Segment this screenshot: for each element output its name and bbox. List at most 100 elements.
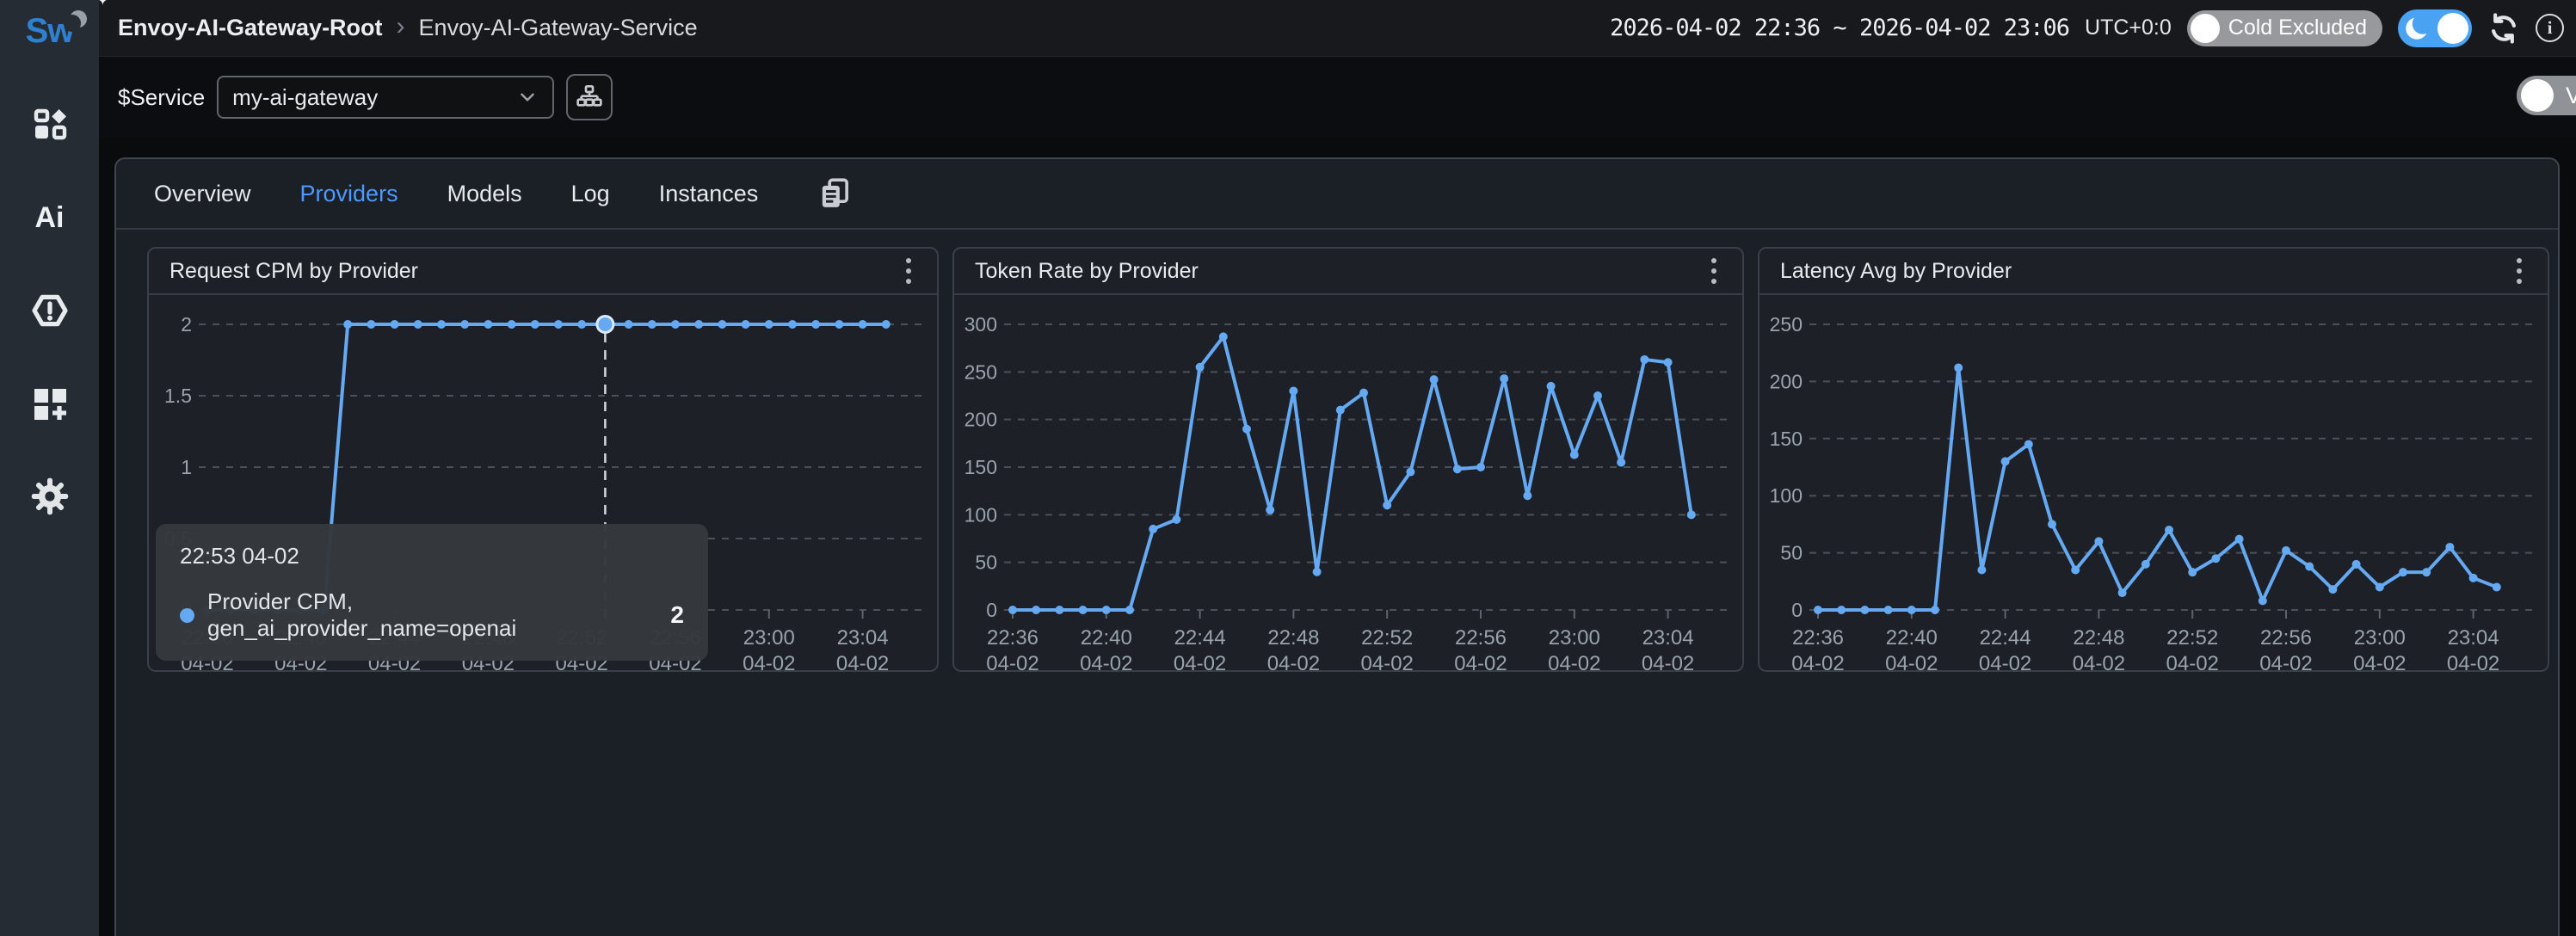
- dashboard-card: Overview Providers Models Log Instances: [114, 157, 2560, 936]
- svg-text:22:40: 22:40: [1081, 626, 1132, 650]
- panel-menu-button[interactable]: [2511, 253, 2527, 289]
- dark-mode-toggle[interactable]: [2398, 9, 2472, 47]
- topbar: Envoy-AI-Gateway-Root › Envoy-AI-Gateway…: [99, 0, 2576, 57]
- svg-text:22:52: 22:52: [556, 626, 607, 650]
- info-icon: i: [2536, 14, 2564, 42]
- sitemap-icon: [576, 83, 603, 111]
- panel-menu-button[interactable]: [1706, 253, 1722, 289]
- svg-text:22:36: 22:36: [1792, 626, 1844, 650]
- panel-title: Request CPM by Provider: [169, 259, 418, 284]
- svg-text:04-02: 04-02: [2259, 652, 2312, 674]
- svg-text:22:40: 22:40: [1886, 626, 1938, 650]
- ai-spark-icon: ✦: [96, 0, 109, 9]
- panel-header: Request CPM by Provider: [149, 249, 937, 295]
- svg-text:50: 50: [1780, 542, 1803, 564]
- breadcrumb: Envoy-AI-Gateway-Root › Envoy-AI-Gateway…: [118, 15, 698, 41]
- svg-text:04-02: 04-02: [649, 652, 701, 674]
- gear-icon: [29, 476, 71, 517]
- svg-text:0: 0: [986, 599, 997, 621]
- svg-text:04-02: 04-02: [1174, 652, 1226, 674]
- tab-log[interactable]: Log: [571, 181, 610, 207]
- service-select-value: my-ai-gateway: [232, 84, 378, 111]
- variables-toolbar: $Service my-ai-gateway V: [99, 57, 2576, 138]
- svg-text:04-02: 04-02: [1979, 652, 2031, 674]
- alert-hexagon-icon: [29, 290, 71, 331]
- svg-text:04-02: 04-02: [2166, 652, 2219, 674]
- cold-excluded-label: Cold Excluded: [2228, 15, 2367, 40]
- svg-text:0: 0: [1791, 599, 1803, 621]
- svg-text:250: 250: [964, 360, 997, 383]
- tab-models[interactable]: Models: [447, 181, 522, 207]
- svg-text:04-02: 04-02: [1080, 652, 1132, 674]
- sidebar-item-add-widgets[interactable]: [28, 382, 71, 425]
- chevron-down-icon: [516, 86, 539, 108]
- tab-providers[interactable]: Providers: [300, 181, 398, 207]
- svg-text:200: 200: [964, 409, 997, 431]
- time-range-picker[interactable]: 2026-04-02 22:36 ~ 2026-04-02 23:06: [1610, 15, 2069, 41]
- chart-area[interactable]: 05010015020025022:3604-0222:4004-0222:44…: [1759, 295, 2548, 674]
- panel-latency-avg: Latency Avg by Provider 0501001502002502…: [1758, 247, 2549, 672]
- svg-text:23:04: 23:04: [837, 626, 889, 650]
- line-chart[interactable]: 00.511.5222:3604-0222:4004-0222:4404-022…: [149, 295, 940, 674]
- service-select[interactable]: my-ai-gateway: [217, 76, 554, 119]
- svg-text:23:00: 23:00: [743, 626, 795, 650]
- svg-text:04-02: 04-02: [2353, 652, 2406, 674]
- svg-text:23:00: 23:00: [2354, 626, 2406, 650]
- topology-button[interactable]: [566, 74, 613, 120]
- svg-text:04-02: 04-02: [462, 652, 515, 674]
- svg-text:04-02: 04-02: [986, 652, 1038, 674]
- chart-area[interactable]: 00.511.5222:3604-0222:4004-0222:4404-022…: [149, 295, 937, 674]
- toggle-knob: [2521, 79, 2554, 112]
- svg-text:300: 300: [964, 313, 997, 336]
- components-icon: [29, 104, 71, 145]
- sidebar-item-ai[interactable]: Ai ✦: [28, 196, 71, 239]
- app-logo[interactable]: Sw: [26, 10, 74, 55]
- refresh-button[interactable]: [2487, 12, 2520, 45]
- line-chart[interactable]: 05010015020025030022:3604-0222:4004-0222…: [954, 295, 1746, 674]
- timezone-label[interactable]: UTC+0:0: [2085, 15, 2172, 40]
- panel-title: Token Rate by Provider: [975, 259, 1199, 284]
- svg-text:04-02: 04-02: [1642, 652, 1694, 674]
- breadcrumb-current[interactable]: Envoy-AI-Gateway-Service: [419, 15, 698, 41]
- panels-row: Request CPM by Provider 00.511.5222:3604…: [116, 230, 2558, 672]
- svg-text:04-02: 04-02: [1548, 652, 1600, 674]
- panel-header: Token Rate by Provider: [954, 249, 1742, 295]
- service-variable-label: $Service: [118, 84, 205, 111]
- tab-overview[interactable]: Overview: [154, 181, 251, 207]
- svg-text:22:56: 22:56: [1455, 626, 1507, 650]
- sidebar-item-alerts[interactable]: [28, 289, 71, 332]
- ai-icon: Ai: [35, 201, 65, 235]
- svg-text:04-02: 04-02: [2073, 652, 2125, 674]
- svg-text:04-02: 04-02: [181, 652, 233, 674]
- line-chart[interactable]: 05010015020025022:3604-0222:4004-0222:44…: [1759, 295, 2551, 674]
- svg-text:0.5: 0.5: [164, 527, 192, 550]
- toggle-knob: [2437, 13, 2468, 44]
- sidebar-item-settings[interactable]: [28, 475, 71, 518]
- svg-text:04-02: 04-02: [1454, 652, 1507, 674]
- svg-text:22:48: 22:48: [1267, 626, 1319, 650]
- sidebar: Sw Ai ✦: [0, 0, 99, 936]
- svg-text:0: 0: [181, 599, 192, 621]
- svg-text:200: 200: [1770, 370, 1803, 392]
- svg-text:22:36: 22:36: [182, 626, 233, 650]
- cold-excluded-toggle[interactable]: Cold Excluded: [2187, 10, 2382, 46]
- variables-visibility-toggle[interactable]: V: [2517, 76, 2576, 115]
- svg-text:04-02: 04-02: [2447, 652, 2499, 674]
- svg-text:04-02: 04-02: [1791, 652, 1844, 674]
- sidebar-item-components[interactable]: [28, 103, 71, 146]
- chart-area[interactable]: 05010015020025030022:3604-0222:4004-0222…: [954, 295, 1742, 674]
- copy-dashboard-button[interactable]: [817, 176, 852, 211]
- svg-text:250: 250: [1770, 313, 1803, 336]
- svg-text:2: 2: [181, 313, 192, 336]
- panel-menu-button[interactable]: [901, 253, 916, 289]
- svg-text:22:36: 22:36: [987, 626, 1038, 650]
- panel-header: Latency Avg by Provider: [1759, 249, 2548, 295]
- info-button[interactable]: i: [2536, 14, 2564, 42]
- panel-title: Latency Avg by Provider: [1780, 259, 2012, 284]
- sidebar-nav: Ai ✦: [28, 103, 71, 518]
- svg-text:22:52: 22:52: [1361, 626, 1413, 650]
- tab-instances[interactable]: Instances: [659, 181, 759, 207]
- svg-text:22:56: 22:56: [2260, 626, 2312, 650]
- panel-request-cpm: Request CPM by Provider 00.511.5222:3604…: [147, 247, 939, 672]
- breadcrumb-root[interactable]: Envoy-AI-Gateway-Root: [118, 15, 383, 41]
